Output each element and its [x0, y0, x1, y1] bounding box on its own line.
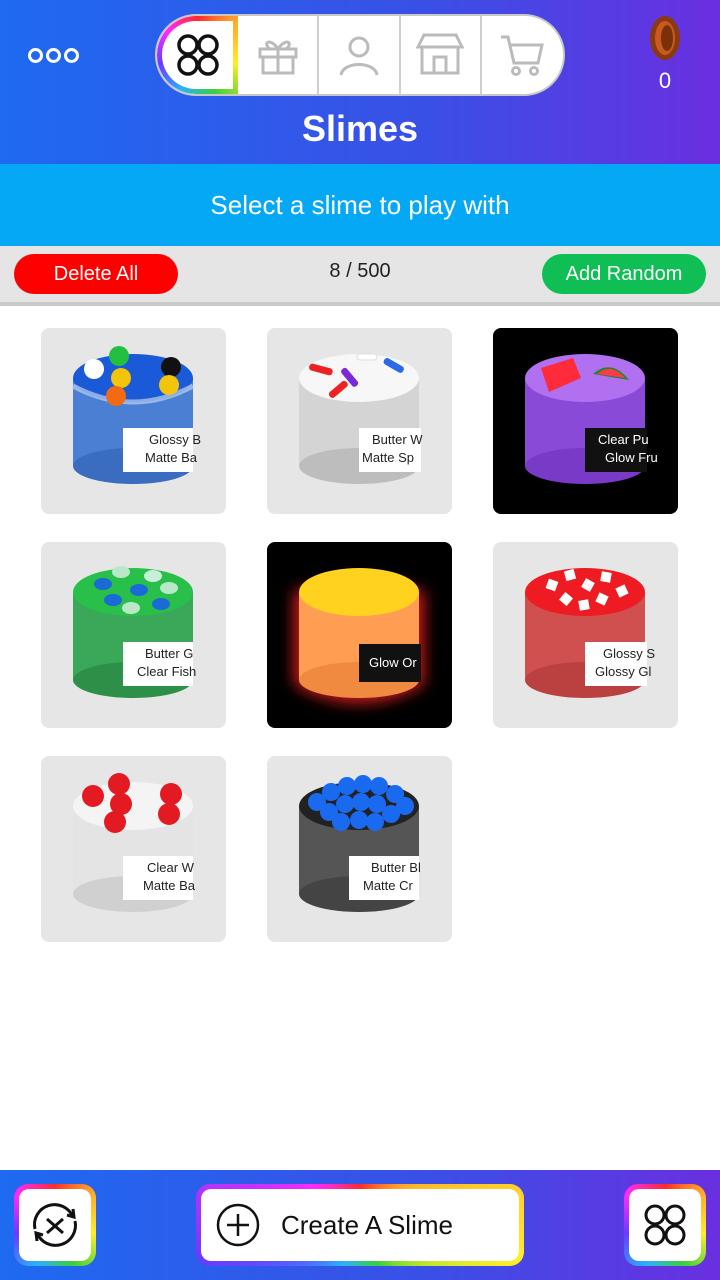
tab-collection[interactable]	[157, 16, 239, 94]
menu-dots-icon[interactable]	[28, 45, 84, 65]
svg-text:Glossy S: Glossy S	[603, 646, 655, 661]
delete-all-button[interactable]: Delete All	[14, 254, 178, 294]
nav-bar	[155, 14, 565, 96]
slime-jar-image: Glossy B Matte Ba	[71, 346, 201, 484]
svg-text:Clear Fish: Clear Fish	[137, 664, 196, 679]
create-slime-button[interactable]: Create A Slime	[196, 1184, 524, 1266]
slime-jar-image: Butter Bl Matte Cr	[299, 775, 421, 912]
grid-circles-icon	[176, 34, 219, 76]
action-bar: Delete All 8 / 500 Add Random	[0, 246, 720, 306]
slime-card[interactable]: Butter G Clear Fish	[41, 542, 226, 728]
svg-text:Clear W: Clear W	[147, 860, 195, 875]
svg-text:Clear Pu: Clear Pu	[598, 432, 649, 447]
slime-card[interactable]: Clear Pu Glow Fru	[493, 328, 678, 514]
tab-gifts[interactable]	[238, 16, 320, 94]
person-icon	[339, 36, 379, 76]
plus-circle-icon	[216, 1203, 260, 1247]
svg-text:Glow Fru: Glow Fru	[605, 450, 658, 465]
slime-jar-image: Glow Or	[295, 568, 423, 702]
slime-card[interactable]: Butter Bl Matte Cr	[267, 756, 452, 942]
bottom-bar: Create A Slime	[0, 1170, 720, 1280]
shuffle-button[interactable]	[14, 1184, 96, 1266]
gift-icon	[258, 40, 298, 75]
svg-text:Matte Sp: Matte Sp	[362, 450, 414, 465]
coin-count: 0	[658, 68, 672, 93]
slime-card[interactable]: Glossy S Glossy Gl	[493, 542, 678, 728]
slime-jar-image: Butter G Clear Fish	[73, 566, 196, 698]
svg-text:Glossy Gl: Glossy Gl	[595, 664, 651, 679]
collection-grid-button[interactable]	[624, 1184, 706, 1266]
svg-text:Glow Or: Glow Or	[369, 655, 417, 670]
grid-circles-icon	[644, 1204, 686, 1246]
slime-jar-image: Clear W Matte Ba	[73, 773, 196, 912]
slime-jar-image: Clear Pu Glow Fru	[525, 354, 658, 484]
svg-text:Butter G: Butter G	[145, 646, 193, 661]
cart-icon	[501, 35, 545, 76]
svg-text:Butter Bl: Butter Bl	[371, 860, 421, 875]
tab-cart[interactable]	[482, 16, 563, 94]
shuffle-icon	[33, 1203, 77, 1247]
add-random-button[interactable]: Add Random	[542, 254, 706, 294]
svg-text:Butter W: Butter W	[372, 432, 423, 447]
coin-icon	[650, 16, 680, 60]
slime-grid: Glossy B Matte Ba Butter W Matte Sp Clea…	[41, 328, 681, 942]
svg-text:Matte Cr: Matte Cr	[363, 878, 414, 893]
svg-text:Matte Ba: Matte Ba	[145, 450, 198, 465]
page-title: Slimes	[301, 108, 419, 149]
create-slime-label: Create A Slime	[281, 1209, 453, 1240]
slime-card[interactable]: Clear W Matte Ba	[41, 756, 226, 942]
slime-count: 8 / 500	[329, 260, 391, 282]
slime-jar-image: Butter W Matte Sp	[299, 353, 423, 484]
slime-card[interactable]: Butter W Matte Sp	[267, 328, 452, 514]
slime-jar-image: Glossy S Glossy Gl	[525, 568, 655, 698]
tab-profile[interactable]	[319, 16, 401, 94]
tab-store[interactable]	[401, 16, 482, 94]
svg-text:Matte Ba: Matte Ba	[143, 878, 196, 893]
storefront-icon	[415, 33, 465, 75]
slime-card[interactable]: Glow Or	[267, 542, 452, 728]
top-header: 0 Slimes	[0, 0, 720, 164]
instruction-banner: Select a slime to play with	[0, 164, 720, 246]
slime-card[interactable]: Glossy B Matte Ba	[41, 328, 226, 514]
svg-text:Glossy B: Glossy B	[149, 432, 201, 447]
